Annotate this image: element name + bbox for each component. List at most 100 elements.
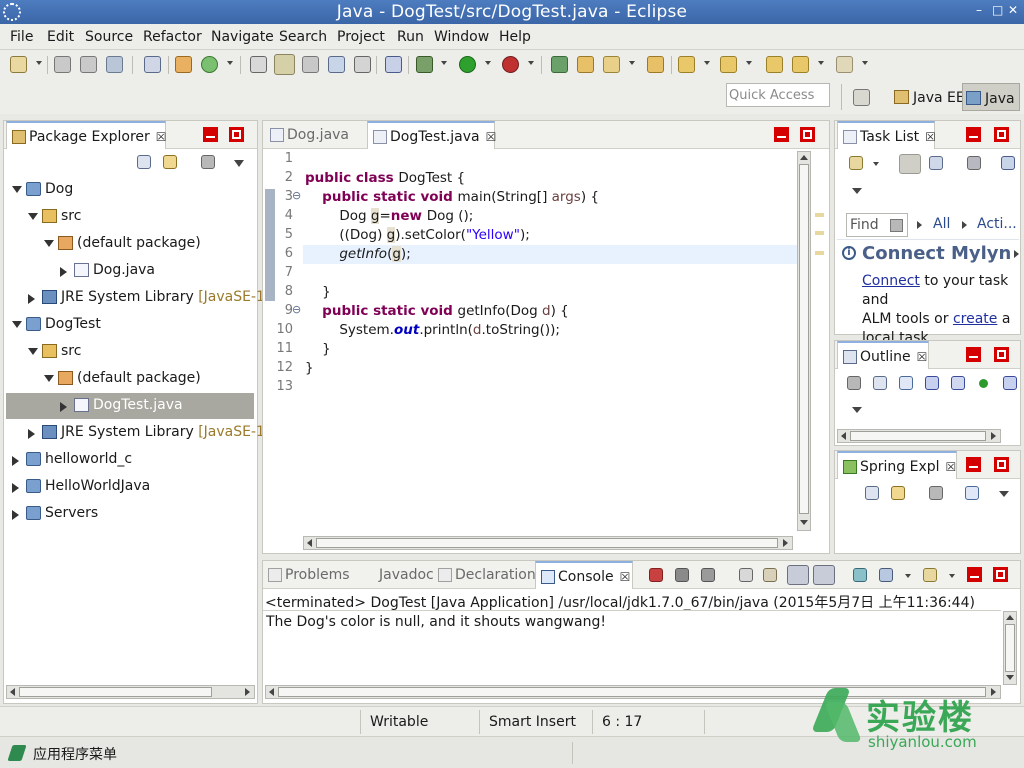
application-menu-icon[interactable] — [7, 745, 27, 761]
tab-problems[interactable]: Problems — [263, 561, 355, 589]
menu-source[interactable]: Source — [85, 29, 133, 45]
run-dropdown-icon[interactable] — [485, 61, 491, 65]
filter-all-link[interactable]: All — [933, 216, 950, 232]
scroll-left-icon[interactable] — [10, 688, 15, 696]
sort-icon[interactable] — [965, 486, 979, 500]
expand-twisty-icon[interactable] — [28, 294, 35, 304]
minimize-window-button[interactable]: – — [976, 3, 982, 17]
menu-project[interactable]: Project — [337, 29, 385, 45]
sync-icon[interactable] — [1001, 156, 1015, 170]
collapse-all-icon[interactable] — [873, 376, 887, 390]
menu-navigate[interactable]: Navigate — [211, 29, 274, 45]
menu-file[interactable]: File — [10, 29, 33, 45]
close-window-button[interactable]: ✕ — [1008, 3, 1018, 17]
maximize-window-button[interactable]: □ — [992, 3, 1003, 17]
new-package-icon[interactable] — [175, 56, 192, 73]
pin-icon[interactable] — [385, 56, 402, 73]
filter-icon[interactable] — [967, 156, 981, 170]
back-icon[interactable] — [792, 56, 809, 73]
clear-console-icon[interactable] — [739, 568, 753, 582]
menu-search[interactable]: Search — [279, 29, 327, 45]
code-line[interactable]: public class DogTest { — [305, 170, 465, 186]
view-menu-icon[interactable] — [234, 160, 244, 167]
collapse-all-icon[interactable] — [137, 155, 151, 169]
status-insert-mode[interactable]: Smart Insert — [489, 714, 576, 730]
collapse-all-icon[interactable] — [865, 486, 879, 500]
scroll-up-icon[interactable] — [800, 155, 808, 160]
menu-help[interactable]: Help — [499, 29, 531, 45]
show-on-stderr-icon[interactable] — [813, 565, 835, 585]
tab-task-list[interactable]: Task List ☒ — [837, 121, 936, 149]
minimize-view-button[interactable] — [203, 127, 218, 142]
overview-ruler-mark[interactable] — [815, 251, 824, 255]
code-line[interactable]: } — [305, 284, 331, 300]
paragraph-icon[interactable] — [354, 56, 371, 73]
last-edit-location-icon[interactable] — [766, 56, 783, 73]
perspective-java-ee[interactable]: Java EE — [891, 83, 969, 111]
code-line[interactable]: public static void getInfo(Dog d) { — [305, 303, 569, 319]
tab-dog-java[interactable]: Dog.java — [265, 121, 363, 149]
close-icon[interactable]: ☒ — [620, 570, 631, 584]
tab-declaration[interactable]: Declaration — [433, 561, 536, 589]
previous-annotation-dropdown-icon[interactable] — [746, 61, 752, 65]
link-with-editor-icon[interactable] — [163, 155, 177, 169]
filter-icon[interactable] — [847, 376, 861, 390]
tree-item[interactable]: JRE System Library [JavaSE-1.7] — [6, 285, 284, 311]
code-line[interactable]: } — [305, 341, 331, 357]
save-all-icon[interactable] — [80, 56, 97, 73]
display-console-icon[interactable] — [879, 568, 893, 582]
close-icon[interactable]: ☒ — [917, 350, 928, 364]
scroll-down-icon[interactable] — [1006, 675, 1014, 680]
code-line[interactable]: Dog g=new Dog (); — [305, 208, 473, 224]
tree-item[interactable]: HelloWorldJava — [6, 474, 254, 500]
maximize-view-button[interactable] — [994, 127, 1009, 142]
collapse-twisty-icon[interactable] — [28, 213, 38, 220]
minimize-view-button[interactable] — [967, 567, 982, 582]
console-vscrollbar[interactable] — [1003, 611, 1017, 685]
new-task-dropdown-icon[interactable] — [873, 162, 879, 166]
forward-icon[interactable] — [836, 56, 853, 73]
close-icon[interactable]: ☒ — [925, 130, 936, 144]
fold-toggle-icon[interactable]: ⊖ — [292, 303, 301, 316]
terminate-icon[interactable] — [649, 568, 663, 582]
expand-twisty-icon[interactable] — [60, 402, 67, 412]
menu-run[interactable]: Run — [397, 29, 424, 45]
collapse-chevron-icon[interactable] — [1014, 250, 1019, 258]
save-icon[interactable] — [54, 56, 71, 73]
scroll-thumb[interactable] — [19, 687, 212, 697]
task-find-input[interactable]: Find — [846, 213, 908, 237]
run-icon[interactable] — [459, 56, 476, 73]
console-output[interactable]: The Dog's color is null, and it shouts w… — [266, 614, 606, 630]
tab-javadoc[interactable]: Javadoc — [357, 561, 434, 589]
maximize-view-button[interactable] — [994, 347, 1009, 362]
tree-item[interactable]: JRE System Library [JavaSE-1.7] — [6, 420, 284, 446]
scroll-lock-icon[interactable] — [763, 568, 777, 582]
filter-icon[interactable] — [929, 486, 943, 500]
minimize-view-button[interactable] — [966, 347, 981, 362]
next-annotation-icon[interactable] — [678, 56, 695, 73]
show-whitespace-icon[interactable] — [328, 56, 345, 73]
menu-refactor[interactable]: Refactor — [143, 29, 202, 45]
open-task-icon[interactable] — [647, 56, 664, 73]
maximize-view-button[interactable] — [994, 457, 1009, 472]
hide-static-icon[interactable] — [951, 376, 965, 390]
tab-package-explorer[interactable]: Package Explorer ☒ — [6, 121, 167, 149]
close-icon[interactable]: ☒ — [946, 460, 957, 474]
package-explorer-hscrollbar[interactable] — [6, 685, 255, 699]
expand-twisty-icon[interactable] — [12, 483, 19, 493]
connect-link[interactable]: Connect — [862, 273, 920, 289]
open-type-icon[interactable] — [577, 56, 594, 73]
previous-annotation-icon[interactable] — [720, 56, 737, 73]
scroll-left-icon[interactable] — [269, 688, 274, 696]
view-menu-icon[interactable] — [852, 188, 862, 194]
hide-non-public-icon[interactable] — [979, 379, 988, 388]
display-console-dropdown-icon[interactable] — [905, 574, 911, 578]
new-class-dropdown-icon[interactable] — [227, 61, 233, 65]
scroll-right-icon[interactable] — [991, 688, 996, 696]
link-with-editor-icon[interactable] — [891, 486, 905, 500]
new-icon[interactable] — [10, 56, 27, 73]
create-link[interactable]: create — [953, 311, 997, 327]
expand-twisty-icon[interactable] — [12, 456, 19, 466]
open-perspective-icon[interactable] — [853, 89, 870, 106]
close-icon[interactable]: ☒ — [156, 130, 167, 144]
